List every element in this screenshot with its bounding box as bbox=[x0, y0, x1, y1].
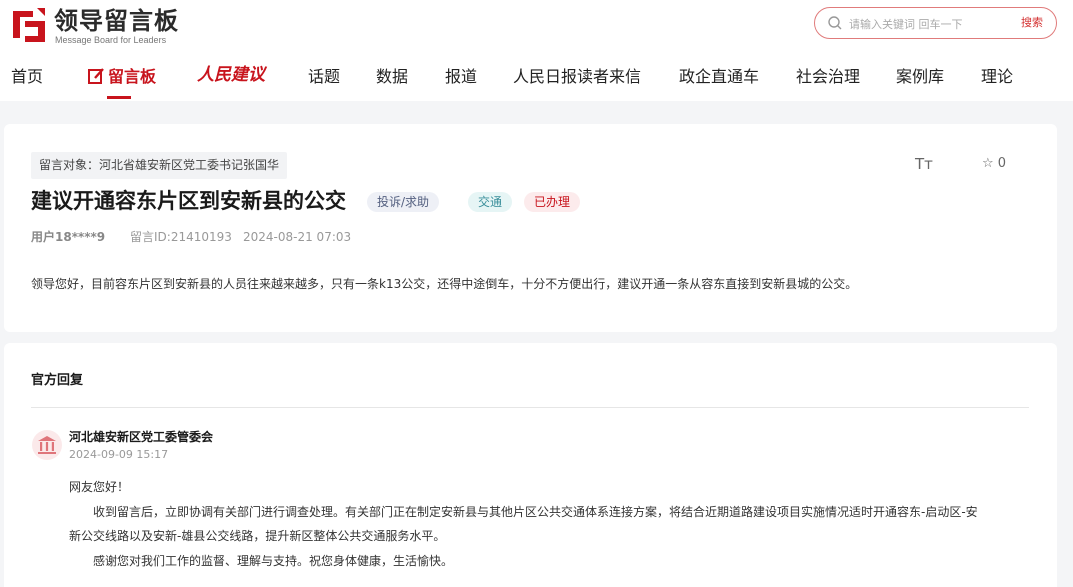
nav-cases[interactable]: 案例库 bbox=[896, 67, 944, 87]
nav-theory[interactable]: 理论 bbox=[981, 67, 1013, 87]
search-button[interactable]: 搜索 bbox=[1021, 16, 1043, 30]
message-time: 2024-08-21 07:03 bbox=[243, 230, 352, 244]
search-icon bbox=[828, 16, 842, 30]
message-user: 用户18****9 bbox=[31, 230, 106, 244]
nav-home[interactable]: 首页 bbox=[11, 67, 43, 87]
message-card: 留言对象：河北省雄安新区党工委书记张国华 Tт ☆ 0 建议开通容东片区到安新县… bbox=[4, 124, 1057, 332]
reply-paragraph-1-cont: 新公交线路以及安新-雄县公交线路，提升新区整体公共交通服务水平。 bbox=[69, 529, 446, 543]
nav-topics[interactable]: 话题 bbox=[308, 67, 340, 87]
reply-org-name: 河北雄安新区党工委管委会 bbox=[69, 430, 214, 444]
logo-subtitle: Message Board for Leaders bbox=[55, 35, 167, 45]
official-reply-card: 官方回复 河北雄安新区党工委管委会 2024-09-09 15:17 网友您好！… bbox=[4, 343, 1057, 587]
edit-icon bbox=[88, 68, 104, 84]
nav-governance[interactable]: 社会治理 bbox=[796, 67, 860, 87]
favorite-star-icon[interactable]: ☆ 0 bbox=[982, 156, 1006, 171]
nav-enterprise[interactable]: 政企直通车 bbox=[679, 67, 759, 87]
nav-message-board-label: 留言板 bbox=[108, 67, 157, 86]
nav-data[interactable]: 数据 bbox=[376, 67, 408, 87]
site-logo[interactable]: 领导留言板 Message Board for Leaders bbox=[11, 7, 191, 45]
nav-message-board[interactable]: 留言板 bbox=[87, 67, 156, 87]
nav-people-suggestion[interactable]: 人民建议 bbox=[197, 65, 265, 85]
reply-greeting: 网友您好！ bbox=[69, 480, 130, 494]
government-building-icon bbox=[32, 430, 62, 460]
main-nav: 首页 留言板 人民建议 话题 数据 报道 人民日报读者来信 政企直通车 社会治理… bbox=[0, 60, 1073, 100]
tag-type: 投诉/求助 bbox=[367, 192, 440, 212]
message-target: 留言对象：河北省雄安新区党工委书记张国华 bbox=[31, 152, 288, 179]
search-box: 搜索 bbox=[814, 7, 1057, 39]
tag-domain: 交通 bbox=[468, 192, 513, 212]
reply-time: 2024-09-09 15:17 bbox=[69, 448, 169, 461]
message-id: 留言ID:21410193 bbox=[130, 230, 232, 244]
divider bbox=[31, 407, 1029, 408]
search-input[interactable] bbox=[849, 14, 999, 34]
reply-heading: 官方回复 bbox=[31, 373, 84, 388]
logo-mark-icon bbox=[13, 8, 45, 42]
nav-active-indicator bbox=[107, 96, 131, 99]
message-content: 领导您好，目前容东片区到安新县的人员往来越来越多，只有一条k13公交，还得中途倒… bbox=[31, 277, 858, 291]
reply-paragraph-1: 收到留言后，立即协调有关部门进行调查处理。有关部门正在制定安新县与其他片区公共交… bbox=[93, 505, 978, 519]
status-badge: 已办理 bbox=[524, 192, 581, 212]
message-title: 建议开通容东片区到安新县的公交 bbox=[31, 189, 346, 213]
top-header: 领导留言板 Message Board for Leaders 搜索 首页 留言… bbox=[0, 0, 1073, 101]
logo-title: 领导留言板 bbox=[54, 7, 179, 35]
nav-reader-letters[interactable]: 人民日报读者来信 bbox=[513, 67, 641, 87]
font-size-icon[interactable]: Tт bbox=[915, 155, 933, 173]
reply-paragraph-2: 感谢您对我们工作的监督、理解与支持。祝您身体健康，生活愉快。 bbox=[93, 554, 454, 568]
nav-reports[interactable]: 报道 bbox=[445, 67, 477, 87]
